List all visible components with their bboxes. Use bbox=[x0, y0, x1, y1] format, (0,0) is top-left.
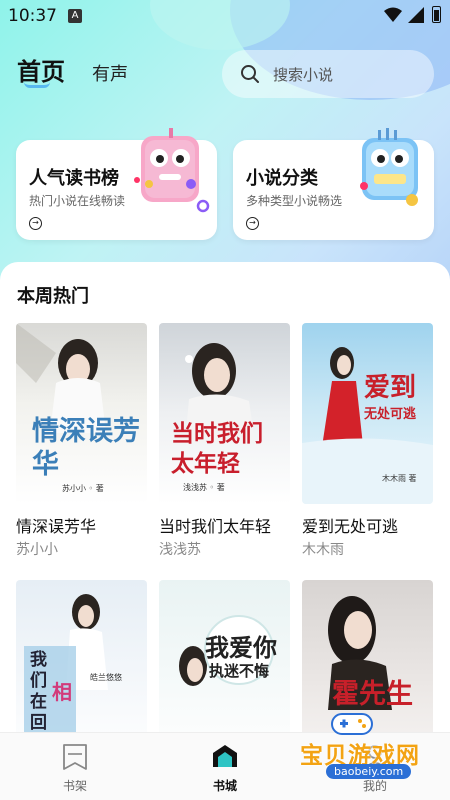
cover-accent: 相 bbox=[52, 680, 72, 704]
cover-author: 苏小小 ◦ 著 bbox=[62, 484, 104, 493]
card-subtitle: 热门小说在线畅读 bbox=[29, 194, 126, 208]
pink-mascot-icon bbox=[134, 128, 210, 213]
cover-subtitle: 执迷不悔 bbox=[209, 662, 270, 680]
book-author: 苏小小 bbox=[16, 542, 58, 558]
cover-author: 木木雨 著 bbox=[382, 474, 417, 483]
book-cover[interactable]: 我爱你 执迷不悔 bbox=[159, 580, 290, 732]
cover-author: 浅浅苏 ◦ 著 bbox=[183, 483, 225, 492]
cover-author: 皓兰悠悠 bbox=[90, 673, 122, 682]
bookshelf-icon bbox=[63, 744, 87, 770]
book-title: 爱到无处可逃 bbox=[302, 517, 399, 536]
book-item[interactable]: 我们在回 相 皓兰悠悠 bbox=[16, 580, 147, 732]
book-author: 木木雨 bbox=[302, 542, 344, 558]
book-title: 情深误芳华 bbox=[16, 517, 97, 536]
status-time: 10:37 bbox=[8, 6, 57, 26]
card-title: 小说分类 bbox=[246, 168, 318, 189]
blue-mascot-icon bbox=[360, 128, 418, 206]
book-cover[interactable]: 情深误芳华 苏小小 ◦ 著 bbox=[16, 323, 147, 504]
gamepad-icon bbox=[331, 713, 373, 735]
nav-bookshelf[interactable]: 书架 bbox=[0, 733, 150, 800]
book-item[interactable]: 我爱你 执迷不悔 bbox=[159, 580, 290, 732]
arrow-right-icon: → bbox=[246, 217, 259, 230]
card-novel-category[interactable]: 小说分类 多种类型小说畅选 → bbox=[233, 128, 434, 240]
book-item[interactable]: 情深误芳华 苏小小 ◦ 著 情深误芳华 苏小小 bbox=[16, 323, 147, 558]
search-input[interactable]: 搜索小说 bbox=[222, 50, 434, 98]
book-author: 浅浅苏 bbox=[159, 542, 201, 558]
cover-subtitle: 无处可逃 bbox=[364, 407, 417, 422]
status-bar: 10:37 A bbox=[0, 0, 450, 32]
nav-label: 书城 bbox=[212, 779, 237, 793]
wifi-icon bbox=[384, 7, 402, 22]
signal-icon bbox=[408, 7, 424, 23]
watermark-url: baobeiy.com bbox=[326, 764, 412, 779]
book-title: 当时我们太年轻 bbox=[159, 517, 272, 536]
card-title: 人气读书榜 bbox=[29, 168, 119, 189]
book-item[interactable]: 当时我们太年轻 浅浅苏 ◦ 著 当时我们太年轻 浅浅苏 bbox=[159, 323, 290, 558]
search-placeholder: 搜索小说 bbox=[273, 66, 334, 84]
tab-audio[interactable]: 有声 bbox=[92, 60, 128, 86]
watermark: 宝贝游戏网 baobeiy.com bbox=[300, 706, 450, 800]
card-subtitle: 多种类型小说畅选 bbox=[246, 194, 343, 208]
cover-title: 我爱你 bbox=[205, 633, 277, 662]
cover-title: 爱到 bbox=[364, 373, 417, 403]
nav-bookstore[interactable]: 书城 bbox=[150, 733, 300, 800]
hot-books-panel: 本周热门 情深误芳华 苏小小 ◦ 著 情深误芳华 苏小小 当时我们太年轻 浅浅苏… bbox=[0, 262, 450, 732]
tab-active-indicator bbox=[24, 82, 50, 88]
nav-label: 书架 bbox=[62, 779, 87, 793]
book-cover[interactable]: 我们在回 相 皓兰悠悠 bbox=[16, 580, 147, 732]
book-item[interactable]: 爱到 无处可逃 木木雨 著 爱到无处可逃 木木雨 bbox=[302, 323, 433, 558]
section-title: 本周热门 bbox=[17, 286, 89, 307]
bookstore-icon bbox=[213, 745, 237, 767]
book-cover[interactable]: 当时我们太年轻 浅浅苏 ◦ 著 bbox=[159, 323, 290, 504]
card-popular-ranking[interactable]: 人气读书榜 热门小说在线畅读 → bbox=[16, 128, 217, 240]
search-icon bbox=[241, 65, 259, 83]
arrow-right-icon: → bbox=[29, 217, 42, 230]
battery-icon bbox=[432, 6, 441, 23]
book-cover[interactable]: 爱到 无处可逃 木木雨 著 bbox=[302, 323, 433, 504]
notification-icon: A bbox=[68, 9, 82, 23]
cover-title: 当时我们太年轻 bbox=[171, 420, 263, 477]
cover-title: 情深误芳华 bbox=[32, 416, 140, 480]
